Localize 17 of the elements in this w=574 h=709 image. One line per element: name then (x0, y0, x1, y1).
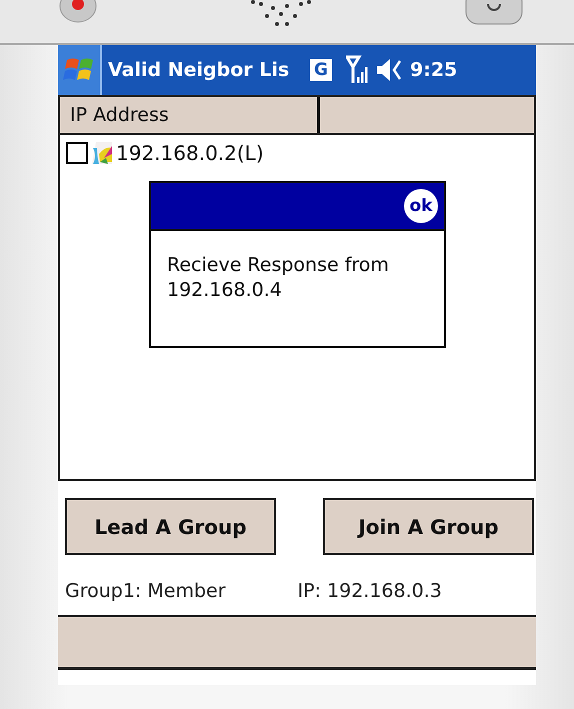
ip-status: IP: 192.168.0.3 (298, 579, 442, 603)
checkbox[interactable] (66, 142, 88, 164)
network-badge: G (310, 59, 332, 81)
power-button-icon (464, 0, 524, 26)
group-status: Group1: Member (65, 579, 226, 603)
clock-time[interactable]: 9:25 (410, 59, 458, 81)
window-title: Valid Neigbor Lis (108, 59, 290, 81)
dialog-message: 192.168.0.4 (167, 278, 283, 302)
start-button[interactable] (58, 45, 102, 95)
device-icon (90, 140, 114, 166)
group-button[interactable]: Join A Group (323, 498, 534, 555)
dialog-message: Recieve Response from (167, 253, 390, 278)
group-button[interactable]: Lead A Group (65, 498, 276, 555)
ip-address[interactable]: 192.168.0.2(L) (116, 141, 264, 165)
signal-icon[interactable] (346, 55, 370, 85)
speaker-icon[interactable] (376, 58, 402, 82)
ok-button[interactable]: ok (404, 189, 438, 223)
